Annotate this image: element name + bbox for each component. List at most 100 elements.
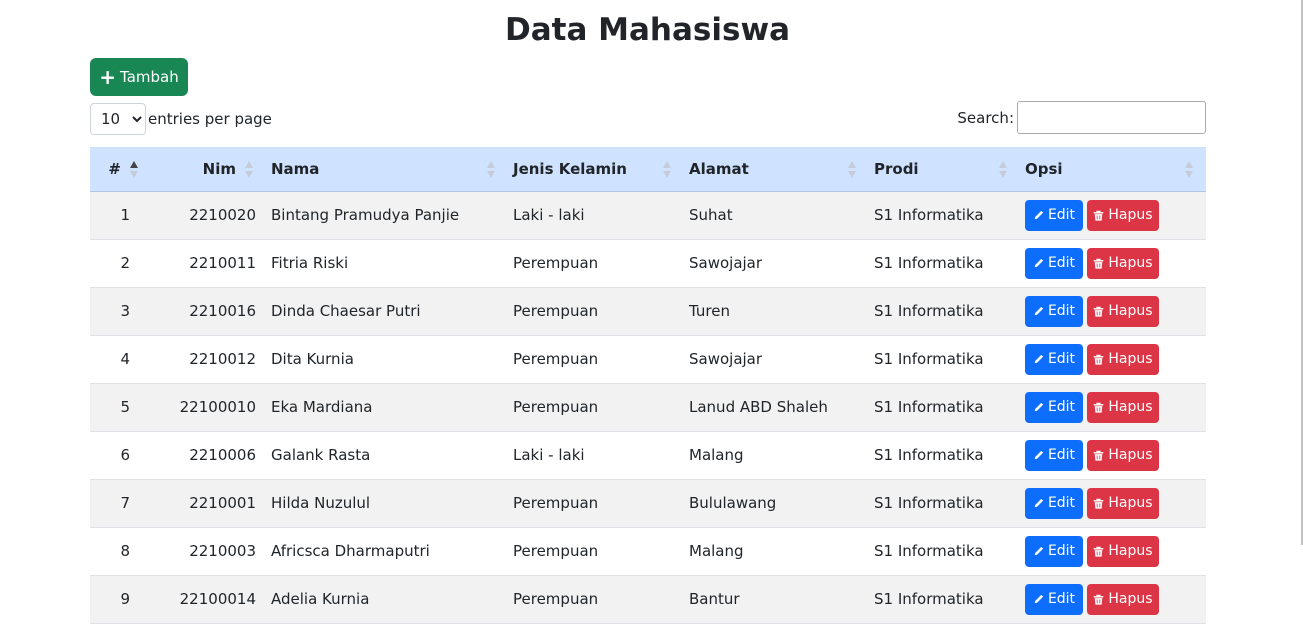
- edit-label: Edit: [1047, 447, 1076, 463]
- header-col-nama[interactable]: Nama: [266, 147, 508, 192]
- edit-button[interactable]: Edit: [1025, 247, 1083, 279]
- cell-nama: Africsca Dharmaputri: [266, 527, 508, 576]
- edit-button[interactable]: Edit: [1025, 439, 1083, 471]
- edit-button[interactable]: Edit: [1025, 391, 1083, 423]
- cell-nim: 2210003: [151, 527, 266, 576]
- pencil-icon: [1033, 594, 1044, 605]
- header-label: Nama: [271, 159, 320, 178]
- header-label: Jenis Kelamin: [513, 159, 627, 178]
- delete-button[interactable]: Hapus: [1087, 535, 1159, 567]
- edit-label: Edit: [1047, 495, 1076, 511]
- table-row: 7 2210001 Hilda Nuzulul Perempuan Bululawang…: [90, 479, 1206, 528]
- cell-nim: 22100014: [151, 575, 266, 624]
- edit-label: Edit: [1047, 255, 1076, 271]
- pencil-icon: [1033, 210, 1044, 221]
- sort-icon: [663, 161, 672, 179]
- edit-label: Edit: [1047, 543, 1076, 559]
- header-col-prodi[interactable]: Prodi: [869, 147, 1020, 192]
- edit-button[interactable]: Edit: [1025, 487, 1083, 519]
- pencil-icon: [1033, 258, 1044, 269]
- cell-no: 3: [90, 287, 151, 336]
- add-button-label: Tambah: [120, 68, 179, 86]
- edit-button[interactable]: Edit: [1025, 295, 1083, 327]
- cell-no: 1: [90, 191, 151, 240]
- data-table: # Nim Nama Jenis Kelamin Alamat Prodi Opsi 1 22…: [90, 147, 1206, 624]
- header-col-alamat[interactable]: Alamat: [684, 147, 869, 192]
- cell-jenis-kelamin: Perempuan: [508, 479, 684, 528]
- table-row: 4 2210012 Dita Kurnia Perempuan Sawojajar S1 …: [90, 335, 1206, 384]
- cell-prodi: S1 Informatika: [869, 431, 1020, 480]
- cell-opsi: Edit Hapus: [1020, 335, 1206, 384]
- cell-alamat: Turen: [684, 287, 869, 336]
- delete-label: Hapus: [1108, 207, 1153, 223]
- search-label: Search:: [957, 108, 1014, 127]
- delete-button[interactable]: Hapus: [1087, 391, 1159, 423]
- trash-icon: [1093, 594, 1104, 605]
- cell-nim: 22100010: [151, 383, 266, 432]
- header-label: Prodi: [874, 159, 919, 178]
- table-row: 6 2210006 Galank Rasta Laki - laki Malang S1 …: [90, 431, 1206, 480]
- header-label: Alamat: [689, 159, 749, 178]
- search-input[interactable]: [1017, 101, 1206, 134]
- trash-icon: [1093, 402, 1104, 413]
- cell-opsi: Edit Hapus: [1020, 431, 1206, 480]
- cell-no: 7: [90, 479, 151, 528]
- delete-button[interactable]: Hapus: [1087, 487, 1159, 519]
- cell-nama: Hilda Nuzulul: [266, 479, 508, 528]
- cell-nama: Bintang Pramudya Panjie: [266, 191, 508, 240]
- header-label: #: [108, 159, 121, 178]
- cell-nim: 2210016: [151, 287, 266, 336]
- trash-icon: [1093, 450, 1104, 461]
- edit-button[interactable]: Edit: [1025, 583, 1083, 615]
- search-box: Search:: [957, 101, 1206, 134]
- sort-icon: [130, 161, 139, 179]
- cell-alamat: Sawojajar: [684, 239, 869, 288]
- delete-label: Hapus: [1108, 399, 1153, 415]
- cell-nama: Eka Mardiana: [266, 383, 508, 432]
- cell-nim: 2210011: [151, 239, 266, 288]
- entries-select[interactable]: 102550100: [90, 103, 146, 135]
- delete-button[interactable]: Hapus: [1087, 199, 1159, 231]
- delete-button[interactable]: Hapus: [1087, 295, 1159, 327]
- delete-button[interactable]: Hapus: [1087, 343, 1159, 375]
- edit-label: Edit: [1047, 303, 1076, 319]
- cell-nama: Dita Kurnia: [266, 335, 508, 384]
- edit-button[interactable]: Edit: [1025, 199, 1083, 231]
- sort-icon: [999, 161, 1008, 179]
- header-col-opsi[interactable]: Opsi: [1020, 147, 1206, 192]
- edit-button[interactable]: Edit: [1025, 535, 1083, 567]
- cell-alamat: Sawojajar: [684, 335, 869, 384]
- trash-icon: [1093, 258, 1104, 269]
- header-col-jenis-kelamin[interactable]: Jenis Kelamin: [508, 147, 684, 192]
- cell-alamat: Suhat: [684, 191, 869, 240]
- cell-alamat: Bantur: [684, 575, 869, 624]
- edit-button[interactable]: Edit: [1025, 343, 1083, 375]
- cell-opsi: Edit Hapus: [1020, 527, 1206, 576]
- trash-icon: [1093, 498, 1104, 509]
- delete-button[interactable]: Hapus: [1087, 439, 1159, 471]
- delete-label: Hapus: [1108, 543, 1153, 559]
- cell-opsi: Edit Hapus: [1020, 383, 1206, 432]
- sort-icon: [848, 161, 857, 179]
- cell-nim: 2210006: [151, 431, 266, 480]
- sort-icon: [245, 161, 254, 179]
- plus-icon: +: [99, 65, 117, 89]
- cell-alamat: Malang: [684, 431, 869, 480]
- delete-button[interactable]: Hapus: [1087, 247, 1159, 279]
- delete-button[interactable]: Hapus: [1087, 583, 1159, 615]
- pencil-icon: [1033, 354, 1044, 365]
- cell-opsi: Edit Hapus: [1020, 239, 1206, 288]
- cell-no: 6: [90, 431, 151, 480]
- header-col-nim[interactable]: Nim: [151, 147, 266, 192]
- cell-jenis-kelamin: Perempuan: [508, 239, 684, 288]
- delete-label: Hapus: [1108, 495, 1153, 511]
- add-button[interactable]: + Tambah: [90, 58, 188, 96]
- delete-label: Hapus: [1108, 303, 1153, 319]
- cell-opsi: Edit Hapus: [1020, 479, 1206, 528]
- cell-no: 2: [90, 239, 151, 288]
- entries-label: entries per page: [148, 110, 272, 128]
- cell-no: 5: [90, 383, 151, 432]
- cell-opsi: Edit Hapus: [1020, 287, 1206, 336]
- cell-jenis-kelamin: Perempuan: [508, 527, 684, 576]
- header-col-no[interactable]: #: [90, 147, 151, 192]
